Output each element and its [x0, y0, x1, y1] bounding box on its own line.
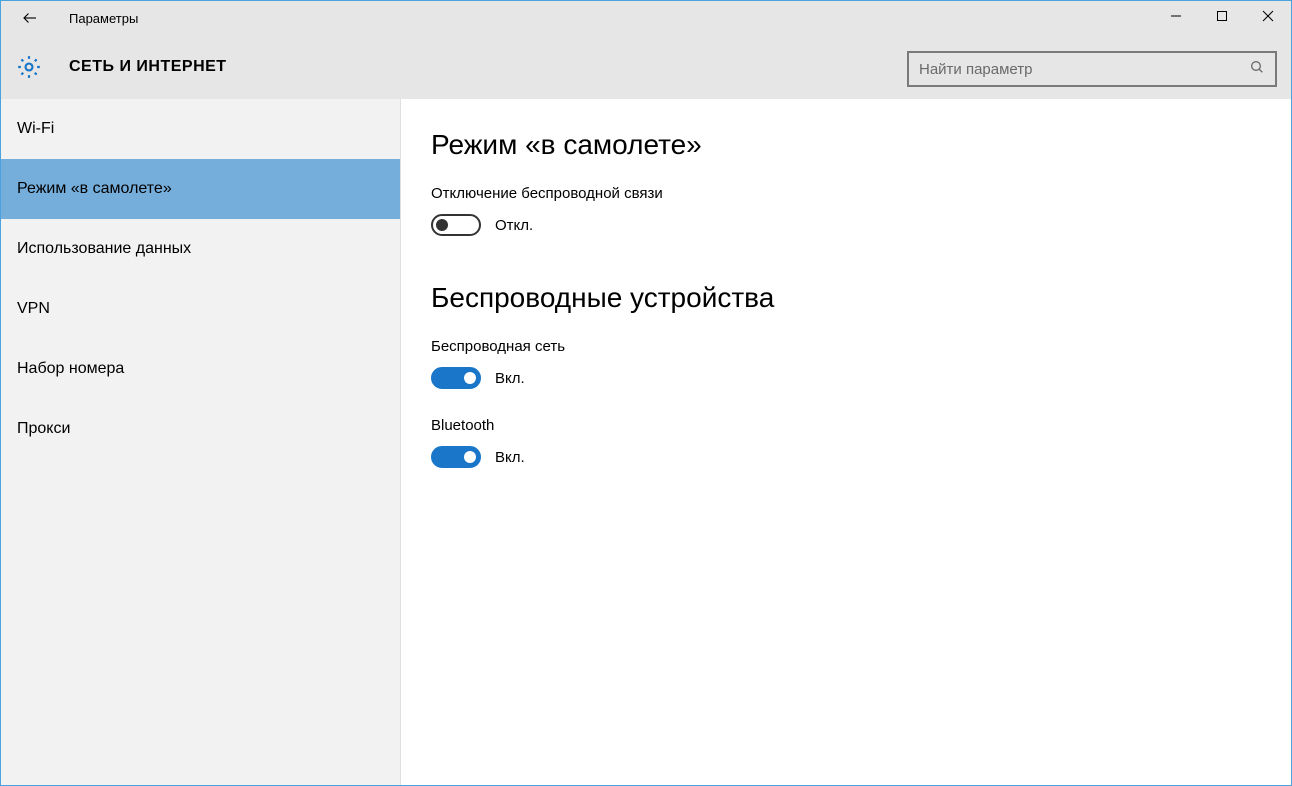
sidebar-item-label: VPN: [17, 300, 50, 318]
airplane-subtitle: Отключение беспроводной связи: [431, 185, 1271, 202]
bluetooth-toggle-state: Вкл.: [495, 449, 525, 466]
close-icon: [1262, 10, 1274, 22]
titlebar: Параметры: [1, 1, 1291, 35]
maximize-button[interactable]: [1199, 1, 1245, 31]
wireless-network-toggle[interactable]: [431, 367, 481, 389]
window-controls: [1153, 1, 1291, 31]
section-title-wireless-devices: Беспроводные устройства: [431, 282, 1271, 314]
section-title-airplane: Режим «в самолете»: [431, 129, 1271, 161]
sidebar-item-label: Режим «в самолете»: [17, 180, 172, 198]
sidebar-item-label: Wi-Fi: [17, 120, 54, 138]
search-box[interactable]: [907, 51, 1277, 87]
back-button[interactable]: [15, 3, 45, 33]
minimize-icon: [1170, 10, 1182, 22]
sidebar-item-vpn[interactable]: VPN: [1, 279, 400, 339]
sidebar: Wi-Fi Режим «в самолете» Использование д…: [1, 99, 401, 785]
category-title: СЕТЬ И ИНТЕРНЕТ: [69, 58, 227, 76]
sidebar-item-dialup[interactable]: Набор номера: [1, 339, 400, 399]
sidebar-item-proxy[interactable]: Прокси: [1, 399, 400, 459]
sidebar-item-label: Набор номера: [17, 360, 124, 378]
content: Wi-Fi Режим «в самолете» Использование д…: [1, 99, 1291, 785]
header: Параметры СЕТЬ И ИНТЕРНЕТ: [1, 1, 1291, 99]
sidebar-item-label: Прокси: [17, 420, 70, 438]
wireless-network-toggle-state: Вкл.: [495, 370, 525, 387]
wireless-network-toggle-row: Вкл.: [431, 367, 1271, 389]
search-icon: [1249, 59, 1265, 79]
wireless-network-label: Беспроводная сеть: [431, 338, 1271, 355]
airplane-toggle-state: Откл.: [495, 217, 533, 234]
bluetooth-toggle-row: Вкл.: [431, 446, 1271, 468]
bluetooth-toggle[interactable]: [431, 446, 481, 468]
maximize-icon: [1216, 10, 1228, 22]
airplane-toggle-row: Откл.: [431, 214, 1271, 236]
sidebar-item-wifi[interactable]: Wi-Fi: [1, 99, 400, 159]
minimize-button[interactable]: [1153, 1, 1199, 31]
bluetooth-label: Bluetooth: [431, 417, 1271, 434]
window-title: Параметры: [69, 11, 138, 26]
search-input[interactable]: [919, 61, 1249, 78]
gear-icon[interactable]: [15, 53, 43, 81]
close-button[interactable]: [1245, 1, 1291, 31]
main-panel: Режим «в самолете» Отключение беспроводн…: [401, 99, 1291, 785]
back-arrow-icon: [21, 9, 39, 27]
sidebar-item-label: Использование данных: [17, 240, 191, 258]
airplane-toggle[interactable]: [431, 214, 481, 236]
sidebar-item-data-usage[interactable]: Использование данных: [1, 219, 400, 279]
sidebar-item-airplane-mode[interactable]: Режим «в самолете»: [1, 159, 400, 219]
